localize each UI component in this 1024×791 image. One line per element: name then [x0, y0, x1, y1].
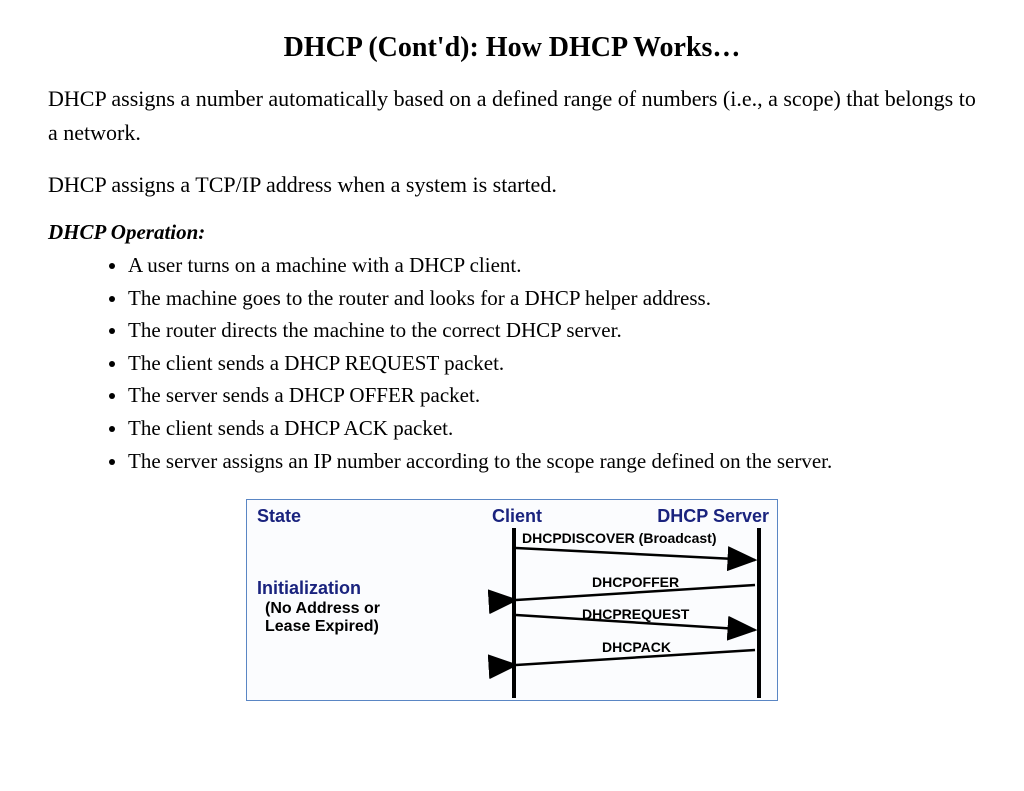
- list-item: A user turns on a machine with a DHCP cl…: [128, 249, 976, 282]
- intro-paragraph-2: DHCP assigns a TCP/IP address when a sys…: [48, 168, 976, 202]
- list-item: The server sends a DHCP OFFER packet.: [128, 379, 976, 412]
- operation-heading: DHCP Operation:: [48, 220, 976, 245]
- list-item: The router directs the machine to the co…: [128, 314, 976, 347]
- msg-offer: DHCPOFFER: [592, 574, 679, 590]
- list-item: The server assigns an IP number accordin…: [128, 445, 976, 478]
- page: DHCP (Cont'd): How DHCP Works… DHCP assi…: [0, 0, 1024, 721]
- dhcp-sequence-diagram: State Client DHCP Server Initialization …: [246, 499, 778, 701]
- msg-request: DHCPREQUEST: [582, 606, 689, 622]
- intro-paragraph-1: DHCP assigns a number automatically base…: [48, 82, 976, 150]
- msg-ack: DHCPACK: [602, 639, 671, 655]
- list-item: The machine goes to the router and looks…: [128, 282, 976, 315]
- list-item: The client sends a DHCP ACK packet.: [128, 412, 976, 445]
- msg-discover: DHCPDISCOVER (Broadcast): [522, 530, 716, 546]
- list-item: The client sends a DHCP REQUEST packet.: [128, 347, 976, 380]
- page-title: DHCP (Cont'd): How DHCP Works…: [48, 32, 976, 64]
- operation-list: A user turns on a machine with a DHCP cl…: [48, 249, 976, 477]
